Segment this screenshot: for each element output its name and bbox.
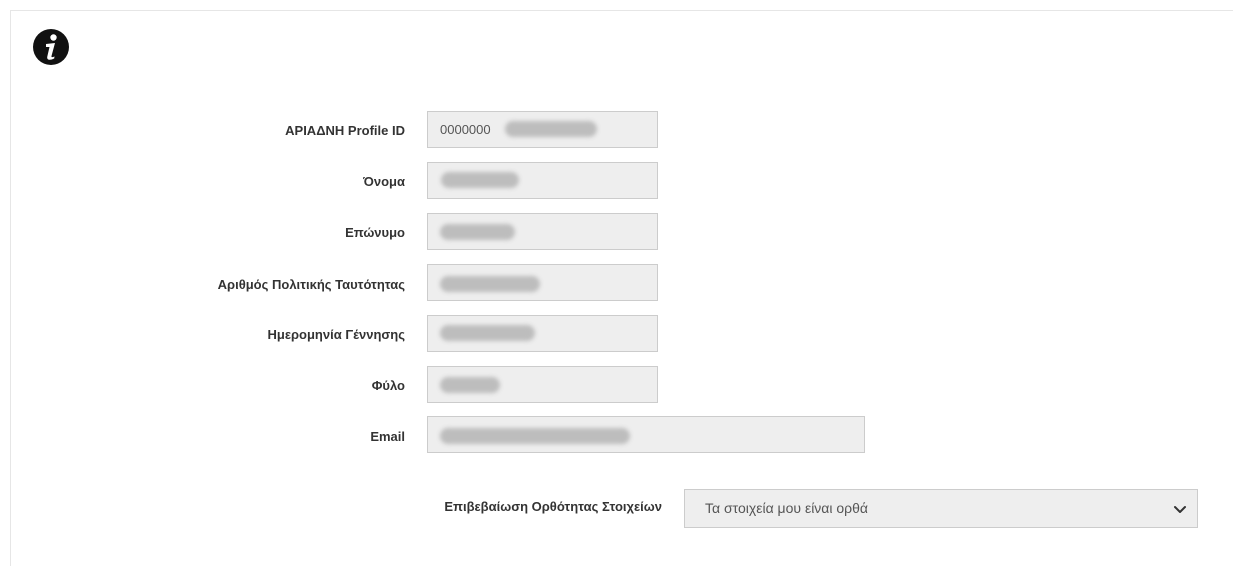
- redaction-mark: [505, 121, 597, 137]
- first-name-label: Όνομα: [363, 174, 405, 189]
- info-icon[interactable]: [32, 28, 70, 66]
- last-name-label: Επώνυμο: [345, 225, 405, 240]
- chevron-down-icon: [1174, 506, 1186, 513]
- email-label: Email: [370, 429, 405, 444]
- gender-label: Φύλο: [371, 378, 405, 393]
- redaction-mark: [440, 428, 630, 444]
- confirmation-selected-value: Τα στοιχεία μου είναι ορθά: [705, 500, 869, 516]
- profile-id-label: ΑΡΙΑΔΝΗ Profile ID: [285, 123, 405, 138]
- id-number-label: Αριθμός Πολιτικής Ταυτότητας: [217, 277, 405, 292]
- confirmation-select[interactable]: Τα στοιχεία μου είναι ορθά: [684, 489, 1198, 528]
- redaction-mark: [440, 276, 540, 292]
- confirmation-label: Επιβεβαίωση Ορθότητας Στοιχείων: [444, 499, 662, 514]
- profile-id-value: 0000000: [440, 122, 491, 137]
- birth-date-label: Ημερομηνία Γέννησης: [267, 327, 405, 342]
- redaction-mark: [440, 224, 515, 240]
- redaction-mark: [440, 325, 535, 341]
- redaction-mark: [440, 377, 500, 393]
- redaction-mark: [441, 172, 519, 188]
